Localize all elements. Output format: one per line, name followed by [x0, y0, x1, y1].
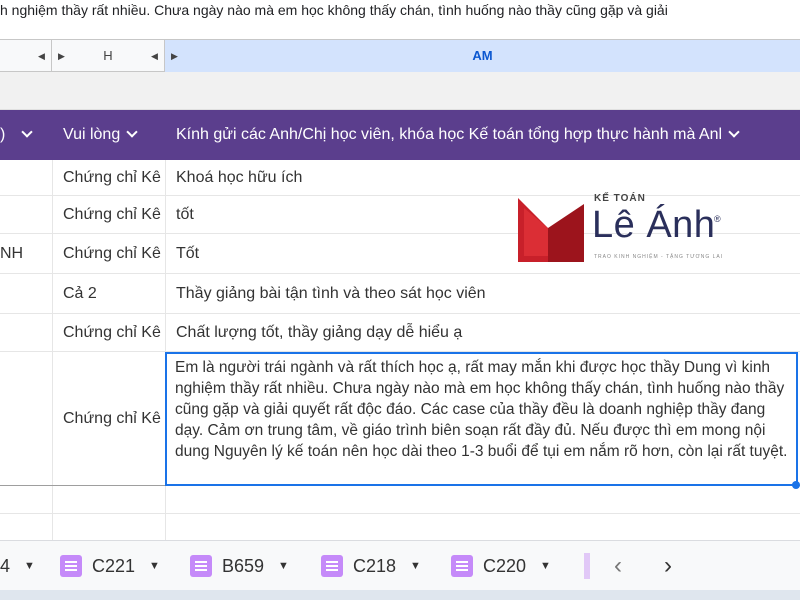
- cell[interactable]: Cả 2: [63, 274, 165, 313]
- column-header-am[interactable]: AM: [165, 40, 800, 72]
- caret-down-icon[interactable]: ▼: [149, 560, 160, 572]
- logo-main-text: Lê Ánh: [592, 204, 716, 246]
- cell[interactable]: [0, 196, 52, 233]
- fill-handle[interactable]: [792, 481, 800, 489]
- logo-mark-icon: [518, 198, 584, 262]
- cell[interactable]: Chứng chỉ Kê: [63, 196, 165, 233]
- sheet-tab-c218[interactable]: C218 ▼: [321, 551, 421, 581]
- cell[interactable]: [0, 160, 52, 195]
- header-cell-2[interactable]: Vui lòng: [63, 110, 163, 160]
- logo-registered-mark: ®: [714, 214, 721, 224]
- formula-bar[interactable]: h nghiệm thầy rất nhiều. Chưa ngày nào m…: [0, 0, 800, 40]
- table-row[interactable]: Cả 2 Thầy giảng bài tận tình và theo sát…: [0, 274, 800, 314]
- caret-down-icon[interactable]: ▼: [540, 560, 551, 572]
- cell[interactable]: Chứng chỉ Kê: [63, 314, 165, 351]
- cell[interactable]: [0, 352, 52, 485]
- frozen-spacer-row: [0, 72, 800, 110]
- column-header-h[interactable]: H: [52, 40, 165, 72]
- sheet-list-icon: [60, 555, 82, 577]
- formula-text: h nghiệm thầy rất nhiều. Chưa ngày nào m…: [0, 2, 668, 18]
- table-row[interactable]: [0, 514, 800, 540]
- table-row[interactable]: Chứng chỉ Kê Chất lượng tốt, thầy giảng …: [0, 314, 800, 352]
- ke-toan-le-anh-logo: KẾ TOÁN Lê Ánh ® TRAO KINH NGHIỆM - TẶNG…: [518, 190, 728, 265]
- caret-down-icon[interactable]: ▼: [24, 560, 35, 572]
- sheet-tab-b659[interactable]: B659 ▼: [190, 551, 289, 581]
- sheet-list-icon: [451, 555, 473, 577]
- os-taskbar: [0, 590, 800, 600]
- scroll-tabs-right-button[interactable]: ›: [664, 551, 672, 581]
- collapse-left-icon[interactable]: ◀: [151, 40, 158, 72]
- cell[interactable]: Thầy giảng bài tận tình và theo sát học …: [176, 274, 796, 313]
- cell[interactable]: NH: [0, 234, 52, 273]
- table-row[interactable]: [0, 486, 800, 514]
- sheet-tab-bar: 4 ▼ C221 ▼ B659 ▼ C218 ▼ C220 ▼ ‹ ›: [0, 540, 800, 590]
- header-cell-3[interactable]: Kính gửi các Anh/Chị học viên, khóa học …: [176, 110, 800, 160]
- scroll-tabs-left-button[interactable]: ‹: [614, 551, 622, 581]
- logo-small-text: KẾ TOÁN: [594, 193, 646, 204]
- cell[interactable]: Chứng chỉ Kê: [63, 160, 165, 195]
- table-header-row: ) Vui lòng Kính gửi các Anh/Chị học viên…: [0, 110, 800, 160]
- sheet-list-icon: [321, 555, 343, 577]
- logo-tagline: TRAO KINH NGHIỆM - TẶNG TƯƠNG LAI: [594, 254, 724, 260]
- collapse-left-icon[interactable]: ◀: [38, 40, 45, 72]
- sheet-list-icon: [190, 555, 212, 577]
- caret-down-icon[interactable]: ▼: [410, 560, 421, 572]
- caret-down-icon[interactable]: ▼: [278, 560, 289, 572]
- sheet-tab-c221[interactable]: C221 ▼: [60, 551, 160, 581]
- expand-right-icon[interactable]: ▶: [171, 40, 178, 72]
- chevron-down-icon[interactable]: [728, 126, 740, 138]
- column-headers: ◀ ▶ H ◀ ▶ AM: [0, 40, 800, 72]
- cell[interactable]: Chất lượng tốt, thầy giảng dạy dễ hiểu ạ: [176, 314, 796, 351]
- selected-cell[interactable]: Em là người trái ngành và rất thích học …: [165, 352, 798, 486]
- sheet-tab-overflow: [584, 553, 590, 579]
- cell[interactable]: [0, 314, 52, 351]
- chevron-down-icon[interactable]: [126, 126, 138, 138]
- sheet-tab[interactable]: 4 ▼: [0, 551, 35, 581]
- cell[interactable]: [0, 274, 52, 313]
- cell[interactable]: Chứng chỉ Kê: [63, 352, 165, 485]
- header-cell-1[interactable]: ): [0, 110, 52, 160]
- chevron-down-icon[interactable]: [21, 126, 33, 138]
- sheet-tab-c220[interactable]: C220 ▼: [451, 551, 551, 581]
- cell[interactable]: Chứng chỉ Kê: [63, 234, 165, 273]
